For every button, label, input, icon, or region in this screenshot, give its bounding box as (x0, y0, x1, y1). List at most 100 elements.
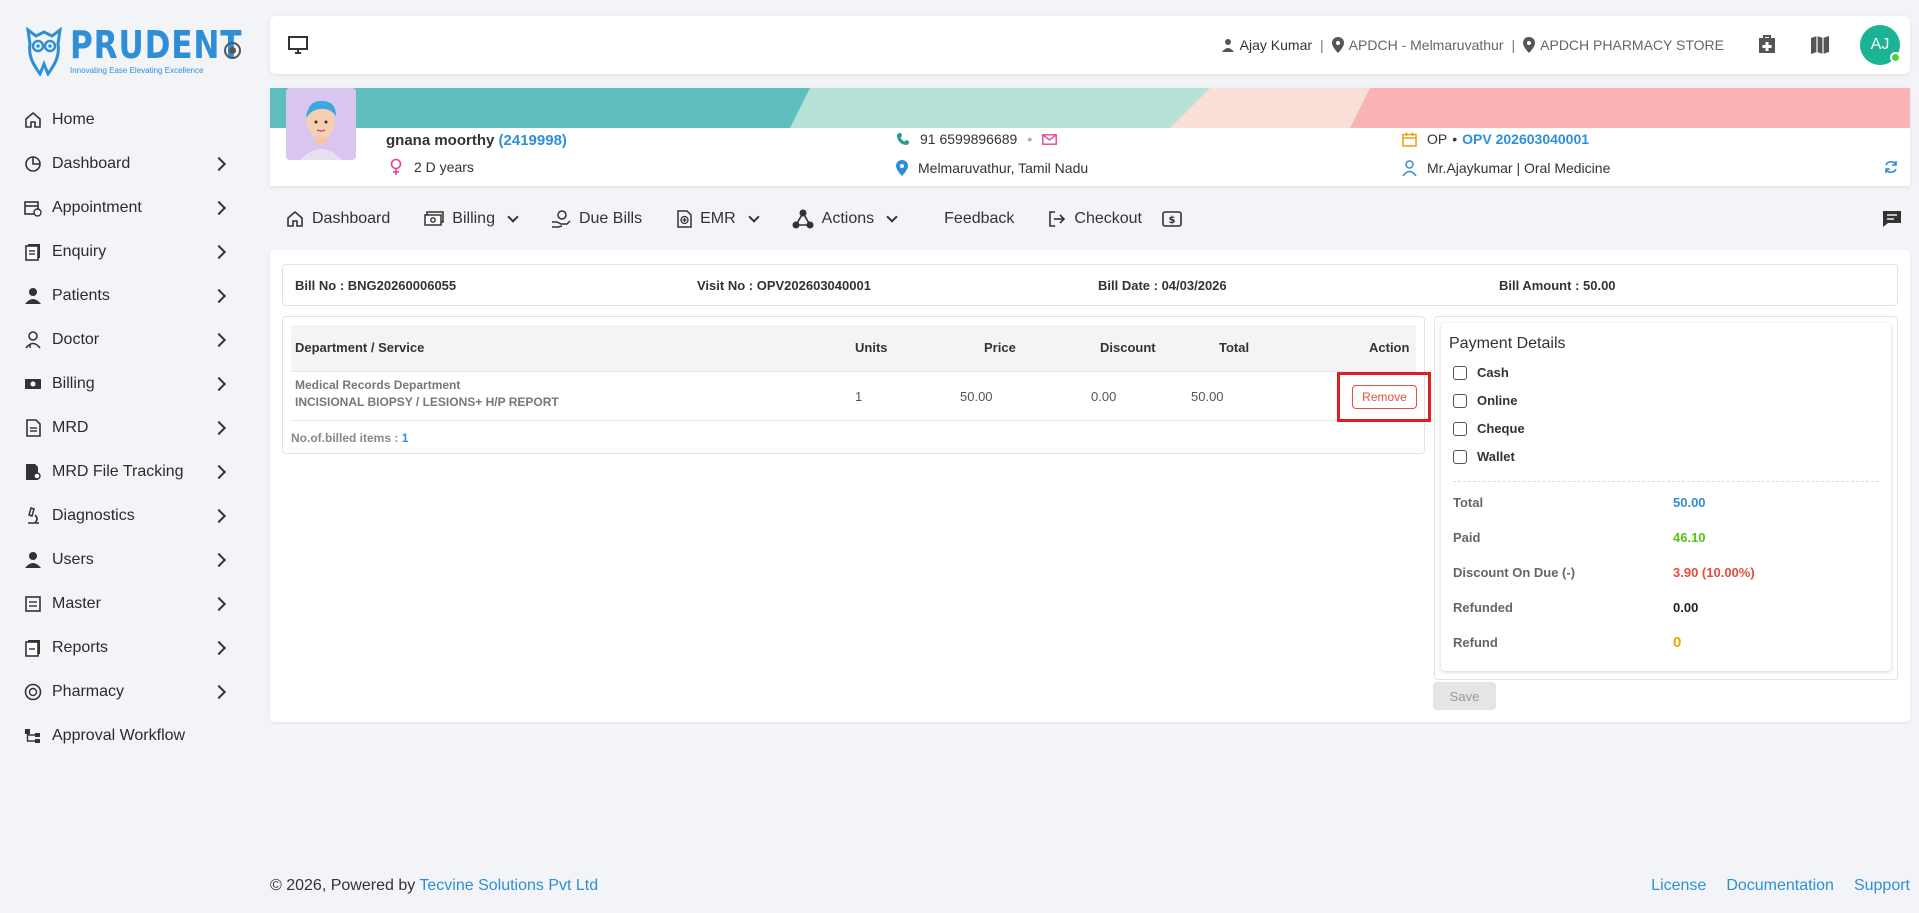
sidebar-item-mrd[interactable]: MRD (22, 406, 232, 450)
phone-icon (897, 133, 909, 145)
row-price: 50.00 (960, 389, 993, 404)
user-avatar[interactable]: AJ (1860, 25, 1901, 65)
menu-due-bills[interactable]: Due Bills (551, 210, 642, 228)
bill-amount: Bill Amount : 50.00 (1499, 277, 1616, 293)
method-label: Cheque (1477, 421, 1525, 436)
payment-method-online[interactable]: Online (1453, 393, 1517, 408)
sidebar-item-doctor[interactable]: Doctor (22, 318, 232, 362)
calendar-icon (1402, 132, 1417, 147)
payment-method-wallet[interactable]: Wallet (1453, 449, 1515, 464)
row-units: 1 (855, 389, 863, 404)
menu-due-bills-label: Due Bills (578, 210, 643, 227)
patient-id[interactable]: (2419998) (499, 132, 567, 149)
sidebar-item-enquiry[interactable]: Enquiry (22, 230, 232, 274)
sidebar-item-users[interactable]: Users (22, 538, 232, 582)
sidebar-item-reports[interactable]: Reports (22, 626, 232, 670)
summary-label: Refunded (1453, 600, 1513, 615)
map-icon[interactable] (1810, 35, 1830, 55)
payment-title: Payment Details (1449, 335, 1566, 352)
license-link[interactable]: License (1651, 877, 1706, 895)
billed-label: No.of.billed items : (291, 431, 399, 445)
refresh-icon[interactable] (1884, 160, 1898, 177)
user-name: Ajay Kumar (1239, 37, 1313, 53)
sidebar-item-mrd-file-tracking[interactable]: MRD File Tracking (22, 450, 232, 494)
payment-method-cash[interactable]: Cash (1453, 365, 1509, 380)
menu-emr[interactable]: EMR (676, 210, 760, 228)
menu-checkout[interactable]: Checkout (1048, 210, 1142, 228)
payment-method-cheque[interactable]: Cheque (1453, 421, 1525, 436)
current-branch[interactable]: APDCH - Melmaruvathur (1331, 37, 1504, 53)
menu-emr-label: EMR (700, 210, 736, 227)
sidebar-nav: Home Dashboard Appointment Enquiry Patie… (22, 98, 232, 758)
menu-checkout-label: Checkout (1074, 210, 1142, 227)
sidebar-item-billing[interactable]: Billing (22, 362, 232, 406)
email-icon[interactable] (1042, 133, 1058, 145)
bill-panel: Bill No : BNG20260006055 Visit No : OPV2… (270, 250, 1910, 722)
current-store[interactable]: APDCH PHARMACY STORE (1523, 37, 1724, 53)
menu-billing[interactable]: Billing (424, 210, 519, 228)
divider (1453, 481, 1879, 482)
bill-date: Bill Date : 04/03/2026 (1098, 277, 1227, 293)
monitor-icon[interactable] (288, 36, 308, 57)
checkbox[interactable] (1453, 421, 1467, 436)
remove-button[interactable]: Remove (1352, 385, 1417, 409)
person-icon (22, 285, 44, 307)
menu-feedback[interactable]: Feedback (944, 210, 1014, 228)
brand-name: PRUDENT (70, 23, 243, 67)
location-pin-icon (896, 160, 908, 176)
sidebar-toggle-icon[interactable] (224, 42, 241, 59)
person-icon (1221, 39, 1234, 52)
summary-value: 46.10 (1673, 530, 1706, 545)
sidebar-item-dashboard[interactable]: Dashboard (22, 142, 232, 186)
company-link[interactable]: Tecvine Solutions Pvt Ltd (419, 877, 598, 894)
sidebar-item-approval-workflow[interactable]: Approval Workflow (22, 714, 232, 758)
separator: | (1320, 37, 1324, 53)
sidebar-item-appointment[interactable]: Appointment (22, 186, 232, 230)
menu-dashboard[interactable]: Dashboard (286, 210, 390, 228)
money-icon (22, 373, 44, 395)
documentation-link[interactable]: Documentation (1726, 877, 1834, 895)
top-bar: Ajay Kumar | APDCH - Melmaruvathur | APD… (270, 16, 1910, 74)
dollar-bill-icon[interactable]: $ (1162, 211, 1190, 227)
sidebar-item-home[interactable]: Home (22, 98, 232, 142)
support-link[interactable]: Support (1854, 877, 1910, 895)
sidebar-item-diagnostics[interactable]: Diagnostics (22, 494, 232, 538)
chevron-down-icon (507, 211, 519, 223)
checkbox[interactable] (1453, 365, 1467, 380)
current-user[interactable]: Ajay Kumar (1221, 37, 1312, 53)
store-name: APDCH PHARMACY STORE (1540, 37, 1724, 53)
sidebar-item-label: Master (52, 595, 101, 612)
visit-number[interactable]: OPV 202603040001 (1462, 131, 1589, 147)
patient-name-text: gnana moorthy (386, 132, 495, 149)
save-button[interactable]: Save (1433, 682, 1496, 710)
sidebar-item-pharmacy[interactable]: Pharmacy (22, 670, 232, 714)
highlight-box: Remove (1337, 372, 1431, 422)
summary-value: 0 (1673, 634, 1682, 651)
checkbox[interactable] (1453, 393, 1467, 408)
patient-name: gnana moorthy (2419998) (386, 132, 567, 149)
menu-actions-label: Actions (821, 210, 875, 227)
row-department: Medical Records Department (295, 378, 461, 392)
calendar-clock-icon (22, 197, 44, 219)
chevron-right-icon (211, 464, 227, 480)
row-total: 50.00 (1191, 389, 1224, 404)
top-bar-right: Ajay Kumar | APDCH - Melmaruvathur | APD… (1221, 16, 1901, 74)
chevron-right-icon (211, 376, 227, 392)
chevron-down-icon (748, 211, 760, 223)
separator: | (1511, 37, 1516, 53)
brand-logo[interactable]: PRUDENT Innovating Ease Elevating Excell… (24, 24, 280, 76)
billed-items-count: No.of.billed items : 1 (291, 431, 408, 445)
location-pin-icon (1523, 37, 1536, 53)
sidebar-item-master[interactable]: Master (22, 582, 232, 626)
method-label: Wallet (1477, 449, 1515, 464)
dashboard-icon (22, 153, 44, 175)
menu-actions[interactable]: Actions (792, 209, 898, 229)
location-text: Melmaruvathur, Tamil Nadu (918, 160, 1089, 176)
summary-label: Total (1453, 495, 1484, 510)
chat-icon[interactable] (1882, 210, 1902, 231)
sidebar-item-patients[interactable]: Patients (22, 274, 232, 318)
checkbox[interactable] (1453, 449, 1467, 464)
payment-details-panel: Payment Details Cash Online Cheque Walle… (1434, 316, 1898, 680)
medical-kit-icon[interactable] (1756, 35, 1778, 55)
bill-summary: Bill No : BNG20260006055 Visit No : OPV2… (282, 264, 1898, 306)
